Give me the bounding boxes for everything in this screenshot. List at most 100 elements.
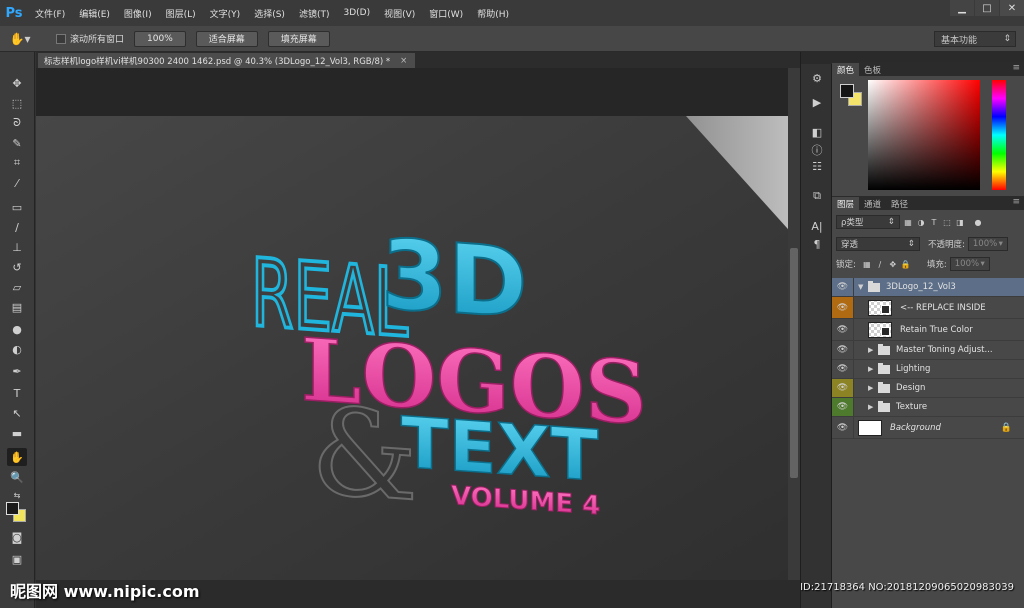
menu-type[interactable]: 文字(Y) xyxy=(203,0,248,26)
layer-row[interactable]: 👁 ▶ Texture xyxy=(832,398,1024,417)
canvas[interactable]: REAL 3D LOGOS & TEXT VOLUME 4 xyxy=(36,68,788,580)
zoom-tool-icon[interactable]: 🔍 xyxy=(7,468,27,486)
move-tool-icon[interactable]: ✥ xyxy=(7,74,27,92)
eyedropper-tool-icon[interactable]: ⁄ xyxy=(7,174,27,192)
fit-screen-button[interactable]: 适合屏幕 xyxy=(195,30,258,47)
filter-shape-icon[interactable]: ⬚ xyxy=(942,217,952,227)
fill-screen-button[interactable]: 填充屏幕 xyxy=(267,30,330,47)
menu-help[interactable]: 帮助(H) xyxy=(470,0,516,26)
visibility-eye-icon[interactable]: 👁 xyxy=(832,398,854,416)
dodge-tool-icon[interactable]: ◐ xyxy=(7,340,27,358)
lock-pixels-icon[interactable]: ∕ xyxy=(875,259,885,269)
canvas-vertical-scrollbar[interactable] xyxy=(788,68,800,580)
visibility-eye-icon[interactable]: 👁 xyxy=(832,360,854,378)
layer-row[interactable]: 👁 ▶ Lighting xyxy=(832,360,1024,379)
layer-filter-select[interactable]: ρ类型 ⇕ xyxy=(836,215,900,229)
visibility-eye-icon[interactable]: 👁 xyxy=(832,417,854,438)
menu-file[interactable]: 文件(F) xyxy=(28,0,72,26)
menu-3d[interactable]: 3D(D) xyxy=(336,0,377,26)
tool-presets-icon[interactable]: ⧉ xyxy=(808,188,826,204)
close-tab-icon[interactable]: × xyxy=(400,56,407,66)
eraser-tool-icon[interactable]: ▱ xyxy=(7,278,27,296)
collapse-triangle-icon[interactable]: ▶ xyxy=(868,365,878,373)
visibility-eye-icon[interactable]: 👁 xyxy=(832,297,854,318)
filter-smart-object-icon[interactable]: ◨ xyxy=(955,217,965,227)
lasso-tool-icon[interactable]: ᘐ xyxy=(7,114,27,132)
visibility-eye-icon[interactable]: 👁 xyxy=(832,379,854,397)
hand-tool-icon[interactable]: ✋ xyxy=(7,448,27,466)
gradient-tool-icon[interactable]: ▤ xyxy=(7,298,27,316)
zoom-100-button[interactable]: 100% xyxy=(134,30,186,47)
properties-panel-icon[interactable]: ◧ xyxy=(808,124,826,140)
layer-row[interactable]: 👁 ▼ 3DLogo_12_Vol3 xyxy=(832,278,1024,297)
clone-stamp-tool-icon[interactable]: ⊥ xyxy=(7,238,27,256)
menu-layer[interactable]: 图层(L) xyxy=(159,0,203,26)
expand-triangle-icon[interactable]: ▼ xyxy=(858,283,868,291)
rectangle-tool-icon[interactable]: ▬ xyxy=(7,424,27,442)
filter-pixel-icon[interactable]: ▦ xyxy=(903,217,913,227)
screen-mode-icon[interactable]: ▣ xyxy=(7,550,27,568)
marquee-tool-icon[interactable]: ⬚ xyxy=(7,94,27,112)
workspace-select[interactable]: 基本功能 ⇕ xyxy=(934,31,1016,47)
visibility-eye-icon[interactable]: 👁 xyxy=(832,319,854,340)
collapse-triangle-icon[interactable]: ▶ xyxy=(868,384,878,392)
scrollbar-thumb[interactable] xyxy=(790,248,798,478)
path-select-tool-icon[interactable]: ↖ xyxy=(7,404,27,422)
pen-tool-icon[interactable]: ✒ xyxy=(7,362,27,380)
type-tool-icon[interactable]: T xyxy=(7,384,27,402)
filter-type-icon[interactable]: T xyxy=(929,217,939,227)
scroll-all-checkbox[interactable] xyxy=(56,33,66,44)
lock-all-icon[interactable]: 🔒 xyxy=(901,259,911,269)
blur-tool-icon[interactable]: ● xyxy=(7,320,27,338)
adjustments-panel-icon[interactable]: ☷ xyxy=(808,158,826,174)
menu-image[interactable]: 图像(I) xyxy=(117,0,159,26)
collapse-triangle-icon[interactable]: ▶ xyxy=(868,346,878,354)
close-button[interactable]: ✕ xyxy=(1000,0,1024,16)
scroll-all-windows-option[interactable]: 滚动所有窗口 xyxy=(56,32,124,45)
panel-menu-icon[interactable]: ≡ xyxy=(1012,63,1020,73)
history-brush-tool-icon[interactable]: ↺ xyxy=(7,258,27,276)
document-tab[interactable]: 标志样机logo样机vi样机90300 2400 1462.psd @ 40.3… xyxy=(38,53,416,68)
menu-view[interactable]: 视图(V) xyxy=(377,0,422,26)
foreground-color-swatch[interactable] xyxy=(6,502,19,515)
actions-play-icon[interactable]: ▶ xyxy=(808,94,826,110)
fill-input[interactable]: 100% ▾ xyxy=(949,257,990,271)
tab-swatches[interactable]: 色板 xyxy=(859,63,886,76)
crop-tool-icon[interactable]: ⌗ xyxy=(7,154,27,172)
menu-window[interactable]: 窗口(W) xyxy=(422,0,470,26)
menu-filter[interactable]: 滤镜(T) xyxy=(292,0,337,26)
character-panel-icon[interactable]: A| xyxy=(808,218,826,234)
layer-row[interactable]: 👁 ▶ Master Toning Adjust... xyxy=(832,341,1024,360)
tab-layers[interactable]: 图层 xyxy=(832,197,860,210)
visibility-eye-icon[interactable]: 👁 xyxy=(832,341,854,359)
layer-row[interactable]: 👁 ▶ Design xyxy=(832,379,1024,398)
hue-slider[interactable] xyxy=(992,80,1006,190)
layer-row[interactable]: 👁 Retain True Color xyxy=(832,319,1024,341)
color-panel-foreground-swatch[interactable] xyxy=(840,84,854,98)
opacity-input[interactable]: 100% ▾ xyxy=(967,237,1008,251)
info-panel-icon[interactable]: ⓘ xyxy=(808,142,826,158)
collapse-triangle-icon[interactable]: ▶ xyxy=(868,403,878,411)
filter-adjustment-icon[interactable]: ◑ xyxy=(916,217,926,227)
history-panel-icon[interactable]: ⚙ xyxy=(808,70,826,86)
tab-color[interactable]: 颜色 xyxy=(832,63,860,76)
quick-mask-icon[interactable]: ◙ xyxy=(7,528,27,546)
brush-tool-icon[interactable]: ∕ xyxy=(7,218,27,236)
layer-row[interactable]: 👁 <-- REPLACE INSIDE xyxy=(832,297,1024,319)
filter-toggle-icon[interactable]: ● xyxy=(973,217,983,227)
color-picker-field[interactable] xyxy=(868,80,980,190)
tab-paths[interactable]: 路径 xyxy=(886,197,913,210)
visibility-eye-icon[interactable]: 👁 xyxy=(832,278,854,296)
lock-position-icon[interactable]: ✥ xyxy=(888,259,898,269)
quick-select-tool-icon[interactable]: ✎ xyxy=(7,134,27,152)
hand-tool-preset-icon[interactable]: ✋▾ xyxy=(0,32,40,46)
paragraph-panel-icon[interactable]: ¶ xyxy=(808,236,826,252)
menu-select[interactable]: 选择(S) xyxy=(247,0,292,26)
app-logo[interactable]: Ps xyxy=(0,0,28,26)
panel-menu-icon[interactable]: ≡ xyxy=(1012,197,1020,207)
menu-edit[interactable]: 编辑(E) xyxy=(72,0,117,26)
restore-button[interactable]: □ xyxy=(975,0,999,16)
tab-channels[interactable]: 通道 xyxy=(859,197,886,210)
healing-brush-tool-icon[interactable]: ▭ xyxy=(7,198,27,216)
lock-transparent-icon[interactable]: ▦ xyxy=(862,259,872,269)
